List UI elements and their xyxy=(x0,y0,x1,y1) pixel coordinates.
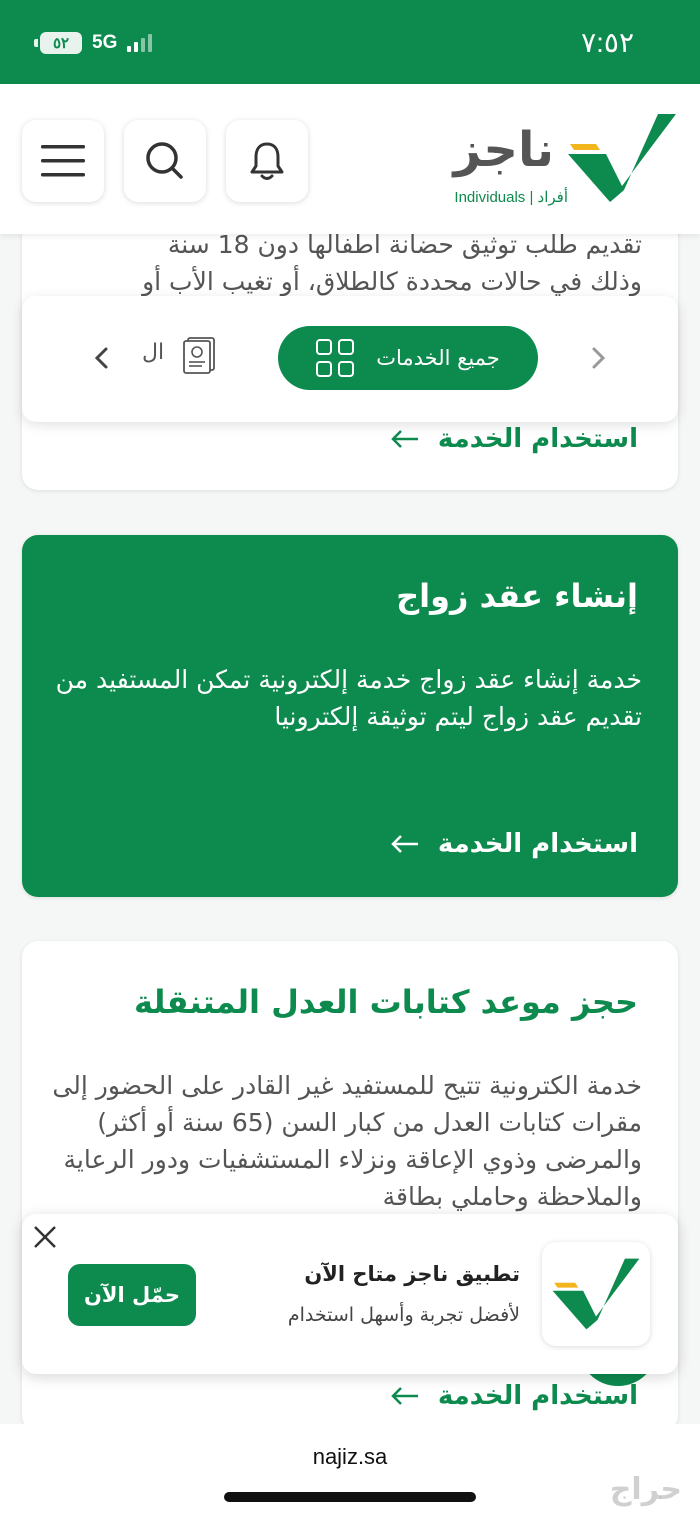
home-indicator[interactable] xyxy=(224,1492,476,1502)
banner-title: تطبيق ناجز متاح الآن xyxy=(304,1262,520,1286)
url-text[interactable]: najiz.sa xyxy=(0,1444,700,1470)
all-services-label: جميع الخدمات xyxy=(376,346,500,370)
site-header: ناجز Individuals | أفراد xyxy=(0,84,700,234)
card-description: تقديم طلب توثيق حضانة أطفالها دون 18 سنة… xyxy=(52,226,642,300)
arrow-left-icon xyxy=(391,430,418,448)
arrow-left-icon xyxy=(391,835,418,853)
network-type: 5G xyxy=(92,32,118,53)
download-now-button[interactable]: حمّل الآن xyxy=(68,1264,196,1326)
card-title: حجز موعد كتابات العدل المتنقلة xyxy=(133,983,638,1021)
status-time: ٧:٥٢ xyxy=(581,27,634,58)
search-icon xyxy=(146,142,183,179)
prev-service-label[interactable]: ال xyxy=(142,340,164,365)
service-navigator: جميع الخدمات ال xyxy=(22,296,678,422)
status-bar: ٥٢ 5G ٧:٥٢ xyxy=(0,0,700,84)
search-button[interactable] xyxy=(124,120,206,202)
logo-text: ناجز xyxy=(453,122,555,178)
link-label: استخدام الخدمة xyxy=(437,424,638,454)
card-description: خدمة الكترونية تتيح للمستفيد غير القادر … xyxy=(52,1071,642,1211)
logo-check-icon xyxy=(552,1258,640,1330)
all-services-button[interactable]: جميع الخدمات xyxy=(278,326,538,390)
logo-subtitle: Individuals | أفراد xyxy=(454,189,568,206)
use-service-link[interactable]: استخدام الخدمة xyxy=(390,829,638,859)
card-title: إنشاء عقد زواج xyxy=(396,577,638,615)
link-label: استخدام الخدمة xyxy=(437,829,638,859)
battery-icon: ٥٢ xyxy=(34,32,82,54)
chevron-right-icon[interactable] xyxy=(584,344,612,372)
chevron-left-icon[interactable] xyxy=(88,344,116,372)
status-left: ٥٢ 5G xyxy=(34,32,153,54)
battery-level: ٥٢ xyxy=(40,32,82,54)
browser-url-bar: najiz.sa حراج xyxy=(0,1424,700,1515)
use-service-link[interactable]: استخدام الخدمة xyxy=(390,424,638,454)
link-label: استخدام الخدمة xyxy=(437,1381,638,1411)
signal-icon xyxy=(127,34,153,52)
document-icon xyxy=(183,337,215,374)
use-service-link[interactable]: استخدام الخدمة xyxy=(390,1381,638,1411)
app-icon xyxy=(542,1242,650,1346)
menu-icon xyxy=(41,145,85,177)
close-icon[interactable] xyxy=(32,1224,58,1250)
card-description: خدمة إنشاء عقد زواج خدمة إلكترونية تمكن … xyxy=(55,665,642,731)
notifications-button[interactable] xyxy=(226,120,308,202)
card-description-line: وذلك في حالات محددة كالطلاق، أو تغيب الأ… xyxy=(142,267,642,296)
service-card-marriage: إنشاء عقد زواج خدمة إنشاء عقد زواج خدمة … xyxy=(22,535,678,897)
watermark: حراج xyxy=(609,1472,682,1507)
logo-check-icon xyxy=(568,114,676,202)
arrow-left-icon xyxy=(391,1387,418,1405)
bell-icon xyxy=(250,142,284,180)
app-download-banner: تطبيق ناجز متاح الآن لأفضل تجربة وأسهل ا… xyxy=(22,1214,678,1374)
menu-button[interactable] xyxy=(22,120,104,202)
najiz-logo[interactable]: ناجز Individuals | أفراد xyxy=(438,110,678,210)
banner-subtitle: لأفضل تجربة وأسهل استخدام xyxy=(287,1304,520,1326)
grid-icon xyxy=(316,339,355,377)
